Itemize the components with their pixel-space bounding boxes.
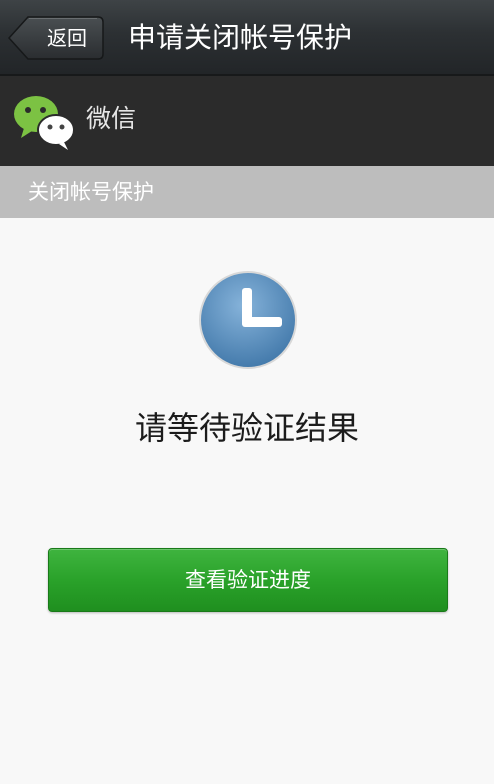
wechat-logo-icon — [14, 96, 75, 150]
main-content: 请等待验证结果 查看验证进度 — [0, 218, 494, 784]
back-button[interactable]: 返回 — [8, 16, 104, 60]
section-label: 关闭帐号保护 — [28, 180, 154, 204]
top-bar: 返回 申请关闭帐号保护 — [0, 0, 494, 76]
check-progress-button[interactable]: 查看验证进度 — [48, 548, 448, 612]
account-bar: 微信 — [0, 76, 494, 166]
back-button-label: 返回 — [47, 26, 87, 50]
clock-icon — [199, 271, 297, 369]
page-title: 申请关闭帐号保护 — [128, 21, 353, 54]
app-name: 微信 — [86, 104, 137, 133]
status-text: 请等待验证结果 — [134, 409, 359, 447]
section-header: 关闭帐号保护 — [0, 166, 494, 218]
